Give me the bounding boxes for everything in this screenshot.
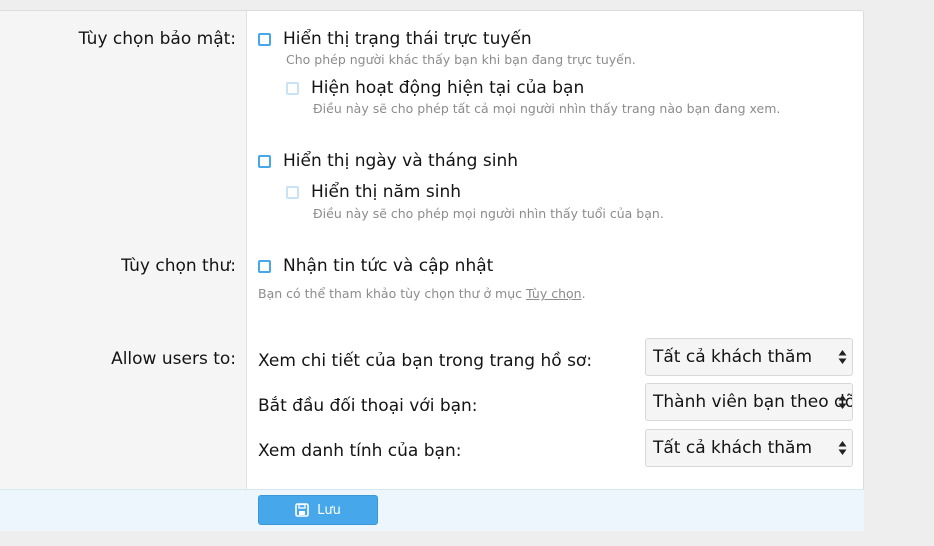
save-button[interactable]: Lưu: [258, 495, 378, 525]
online-status-hint: Cho phép người khác thấy bạn khi bạn đan…: [286, 52, 636, 67]
preferences-link[interactable]: Tùy chọn: [526, 286, 582, 301]
online-status-option[interactable]: Hiển thị trạng thái trực tuyến: [258, 29, 532, 49]
online-status-label: Hiển thị trạng thái trực tuyến: [283, 29, 532, 49]
current-activity-checkbox[interactable]: [286, 81, 299, 95]
label-column: Tùy chọn bảo mật: Tùy chọn thư: Allow us…: [0, 11, 247, 489]
news-updates-label: Nhận tin tức và cập nhật: [283, 256, 494, 276]
view-identity-select[interactable]: Tất cả khách thăm: [645, 429, 853, 467]
news-updates-checkbox[interactable]: [258, 259, 271, 273]
email-options-label: Tùy chọn thư:: [121, 256, 236, 276]
news-updates-option[interactable]: Nhận tin tức và cập nhật: [258, 256, 493, 276]
current-activity-hint: Điều này sẽ cho phép tất cả mọi người nh…: [313, 101, 781, 116]
email-options-hint: Bạn có thể tham khảo tùy chọn thư ở mục …: [258, 286, 586, 301]
view-profile-details-select[interactable]: Tất cả khách thăm: [645, 338, 853, 376]
select-arrows-icon: [838, 350, 847, 364]
birth-year-label: Hiển thị năm sinh: [311, 182, 461, 202]
birthday-label: Hiển thị ngày và tháng sinh: [283, 151, 518, 171]
online-status-checkbox[interactable]: [258, 32, 271, 46]
privacy-options-label: Tùy chọn bảo mật:: [78, 29, 236, 49]
select-arrows-icon: [838, 441, 847, 455]
view-profile-details-label: Xem chi tiết của bạn trong trang hồ sơ:: [258, 351, 593, 371]
allow-users-label: Allow users to:: [111, 349, 236, 369]
view-identity-label: Xem danh tính của bạn:: [258, 441, 462, 461]
current-activity-option[interactable]: Hiện hoạt động hiện tại của bạn: [286, 78, 584, 98]
start-conversation-select[interactable]: Thành viên bạn theo dõi: [645, 383, 853, 421]
current-activity-label: Hiện hoạt động hiện tại của bạn: [311, 78, 585, 98]
save-button-label: Lưu: [317, 502, 341, 518]
birthday-option[interactable]: Hiển thị ngày và tháng sinh: [258, 151, 518, 171]
birthday-checkbox[interactable]: [258, 154, 271, 168]
start-conversation-label: Bắt đầu đối thoại với bạn:: [258, 396, 478, 416]
preferences-card: Tùy chọn bảo mật: Tùy chọn thư: Allow us…: [0, 10, 864, 531]
select-arrows-icon: [838, 395, 847, 409]
save-icon: [295, 503, 309, 517]
form-footer: Lưu: [0, 489, 864, 531]
birth-year-checkbox[interactable]: [286, 185, 299, 199]
birth-year-hint: Điều này sẽ cho phép mọi người nhìn thấy…: [313, 206, 664, 221]
birth-year-option[interactable]: Hiển thị năm sinh: [286, 182, 461, 202]
